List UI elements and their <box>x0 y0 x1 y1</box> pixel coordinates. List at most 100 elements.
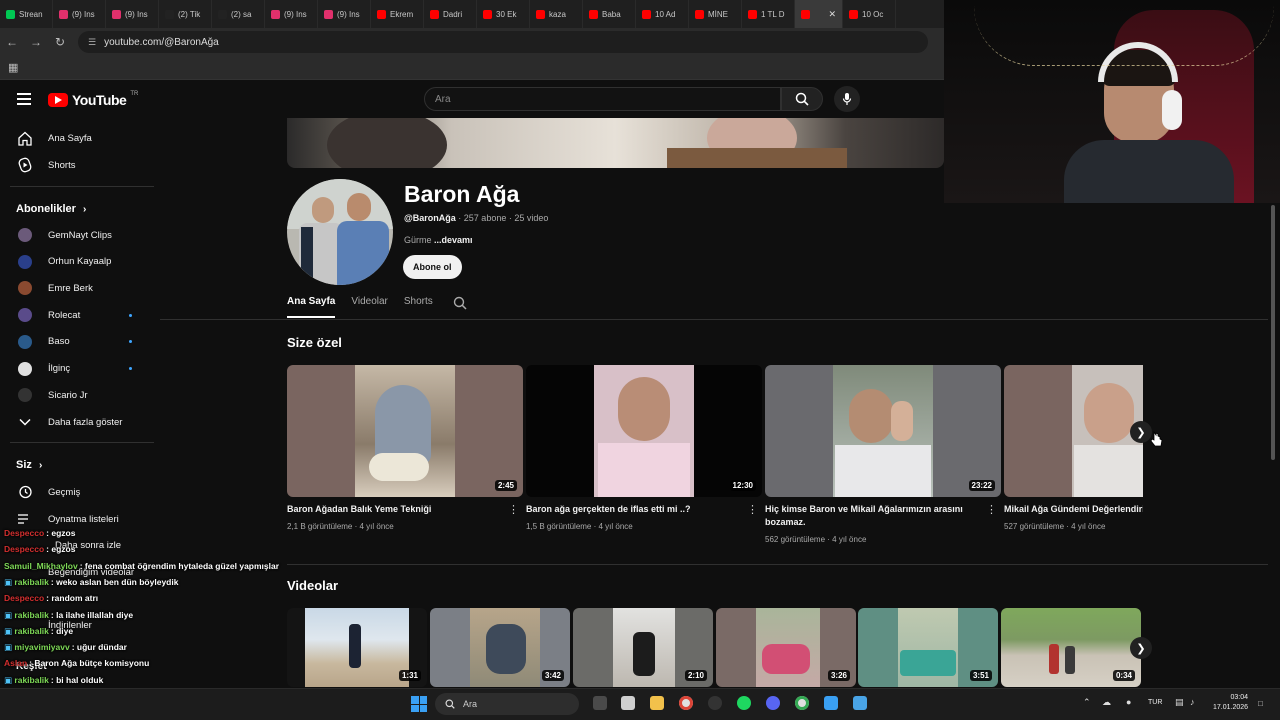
tab-close-icon[interactable]: ✕ <box>828 9 836 20</box>
browser-tab[interactable]: 10 Oc <box>843 0 896 28</box>
sidebar-item-home[interactable]: Ana Sayfa <box>0 125 155 151</box>
video-title[interactable]: Baron ağa gerçekten de iflas etti mi ..? <box>526 503 746 516</box>
task-view-icon[interactable] <box>593 696 607 710</box>
forward-icon[interactable]: → <box>24 35 48 49</box>
discord-icon[interactable] <box>766 696 780 710</box>
page-scrollbar[interactable] <box>1271 205 1275 460</box>
browser-tab[interactable]: (2) sa <box>212 0 265 28</box>
webcam-string-lights <box>974 6 1274 66</box>
subscription-item[interactable]: GemNayt Clips <box>0 222 155 248</box>
search-input[interactable]: Ara <box>424 87 781 111</box>
subscriptions-header[interactable]: Abonelikler › <box>16 203 86 215</box>
browser-tab[interactable]: (9) Ins <box>318 0 371 28</box>
channel-description[interactable]: Gürme ...devamı <box>404 235 473 245</box>
browser-tab[interactable]: 1 TL D <box>742 0 795 28</box>
browser-tab[interactable]: 30 Ek <box>477 0 530 28</box>
sidebar-item-shorts[interactable]: Shorts <box>0 152 155 178</box>
video-thumbnail[interactable] <box>1004 365 1143 497</box>
apps-grid-icon[interactable]: ▦ <box>8 61 18 74</box>
wifi-icon[interactable]: ▤ <box>1175 697 1184 708</box>
sidebar-item-history[interactable]: Geçmiş <box>0 479 155 505</box>
video-thumbnail[interactable]: 2:10 <box>573 608 713 687</box>
spotify-icon[interactable] <box>737 696 751 710</box>
video-card[interactable]: 2:45 Baron Ağadan Balık Yeme Tekniği 2,1… <box>287 365 523 555</box>
channel-avatar-icon <box>17 254 33 270</box>
search-button[interactable] <box>781 87 823 111</box>
more-options-icon[interactable]: ⋮ <box>747 503 758 516</box>
language-indicator[interactable]: TUR <box>1148 699 1162 706</box>
subscribe-button[interactable]: Abone ol <box>403 255 462 279</box>
url-field[interactable]: ☰ youtube.com/@BaronAğa <box>78 31 928 53</box>
video-card[interactable]: Mikail Ağa Gündemi Değerlendiriy 527 gör… <box>1004 365 1143 555</box>
browser-tab[interactable]: ✕ <box>795 0 843 28</box>
video-thumbnail[interactable]: 3:51 <box>858 608 998 687</box>
avatar <box>18 361 32 376</box>
network-icon[interactable]: ☁ <box>1102 697 1111 708</box>
browser-tab[interactable]: (9) Ins <box>265 0 318 28</box>
thumbnail-person <box>1049 644 1059 674</box>
tab-home[interactable]: Ana Sayfa <box>287 296 336 318</box>
reload-icon[interactable]: ↻ <box>48 35 72 49</box>
app-icon[interactable] <box>824 696 838 710</box>
browser-tab[interactable]: 10 Ad <box>636 0 689 28</box>
tray-chevron-icon[interactable]: ⌃ <box>1083 697 1091 708</box>
chrome-profile-icon[interactable] <box>795 696 809 710</box>
taskbar-clock[interactable]: 03:04 17.01.2026 <box>1213 693 1248 713</box>
video-title[interactable]: Baron Ağadan Balık Yeme Tekniği <box>287 503 507 516</box>
show-more-button[interactable]: Daha fazla göster <box>0 409 155 435</box>
browser-tab[interactable]: Dadri <box>424 0 477 28</box>
chrome-icon[interactable] <box>679 696 693 710</box>
volume-icon[interactable]: ♪ <box>1190 697 1195 707</box>
you-header[interactable]: Siz › <box>16 459 42 471</box>
video-thumbnail[interactable]: 3:26 <box>716 608 856 687</box>
more-options-icon[interactable]: ⋮ <box>508 503 519 516</box>
video-card[interactable]: 12:30 Baron ağa gerçekten de iflas etti … <box>526 365 762 555</box>
chevron-right-icon: › <box>82 204 87 215</box>
tab-favicon-icon <box>59 9 68 19</box>
windows-start-icon[interactable] <box>411 696 427 712</box>
subscription-item[interactable]: Rolecat <box>0 302 155 328</box>
video-thumbnail[interactable]: 23:22 <box>765 365 1001 497</box>
video-title[interactable]: Hiç kimse Baron ve Mikail Ağalarımızın a… <box>765 503 985 529</box>
tab-videos[interactable]: Videolar <box>351 296 388 318</box>
video-card[interactable]: 23:22 Hiç kimse Baron ve Mikail Ağalarım… <box>765 365 1001 555</box>
videos-carousel-next-button[interactable]: ❯ <box>1130 637 1152 659</box>
subscription-item[interactable]: Orhun Kayaalp <box>0 249 155 275</box>
channel-avatar[interactable] <box>287 179 393 285</box>
youtube-logo[interactable]: YouTube TR <box>48 91 138 108</box>
back-icon[interactable]: ← <box>0 35 24 49</box>
app-icon[interactable] <box>708 696 722 710</box>
tab-shorts[interactable]: Shorts <box>404 296 433 318</box>
subscription-item[interactable]: Baso <box>0 329 155 355</box>
video-thumbnail[interactable]: 1:31 <box>287 608 427 687</box>
video-thumbnail[interactable]: 12:30 <box>526 365 762 497</box>
carousel-next-button[interactable]: ❯ <box>1130 421 1152 443</box>
notepad-icon[interactable] <box>853 696 867 710</box>
subscription-item[interactable]: Emre Berk <box>0 275 155 301</box>
browser-tab[interactable]: Baba <box>583 0 636 28</box>
browser-tab[interactable]: Ekrem <box>371 0 424 28</box>
voice-search-button[interactable] <box>834 86 860 112</box>
video-thumbnail[interactable]: 3:42 <box>430 608 570 687</box>
browser-tab[interactable]: Strean <box>0 0 53 28</box>
video-title[interactable]: Mikail Ağa Gündemi Değerlendiriy <box>1004 503 1143 516</box>
calendar-app-icon[interactable] <box>621 696 635 710</box>
subscription-item[interactable]: İlginç <box>0 356 155 382</box>
browser-tab[interactable]: MİNE <box>689 0 742 28</box>
channel-search-icon[interactable] <box>453 296 467 318</box>
browser-tab[interactable]: (9) Ins <box>53 0 106 28</box>
file-explorer-icon[interactable] <box>650 696 664 710</box>
site-info-icon[interactable]: ☰ <box>88 37 96 48</box>
taskbar-search[interactable]: Ara <box>435 693 579 715</box>
browser-tab[interactable]: (9) Ins <box>106 0 159 28</box>
browser-tab[interactable]: kaza <box>530 0 583 28</box>
microphone-tray-icon[interactable]: ● <box>1126 697 1131 707</box>
video-thumbnail[interactable]: 2:45 <box>287 365 523 497</box>
youtube-play-icon <box>48 93 68 107</box>
menu-icon[interactable] <box>17 93 31 105</box>
notification-icon[interactable]: □ <box>1258 699 1263 708</box>
browser-tab[interactable]: (2) Tik <box>159 0 212 28</box>
subscription-item[interactable]: Sicario Jr <box>0 382 155 408</box>
more-options-icon[interactable]: ⋮ <box>986 503 997 516</box>
video-thumbnail[interactable]: 0:34 <box>1001 608 1141 687</box>
